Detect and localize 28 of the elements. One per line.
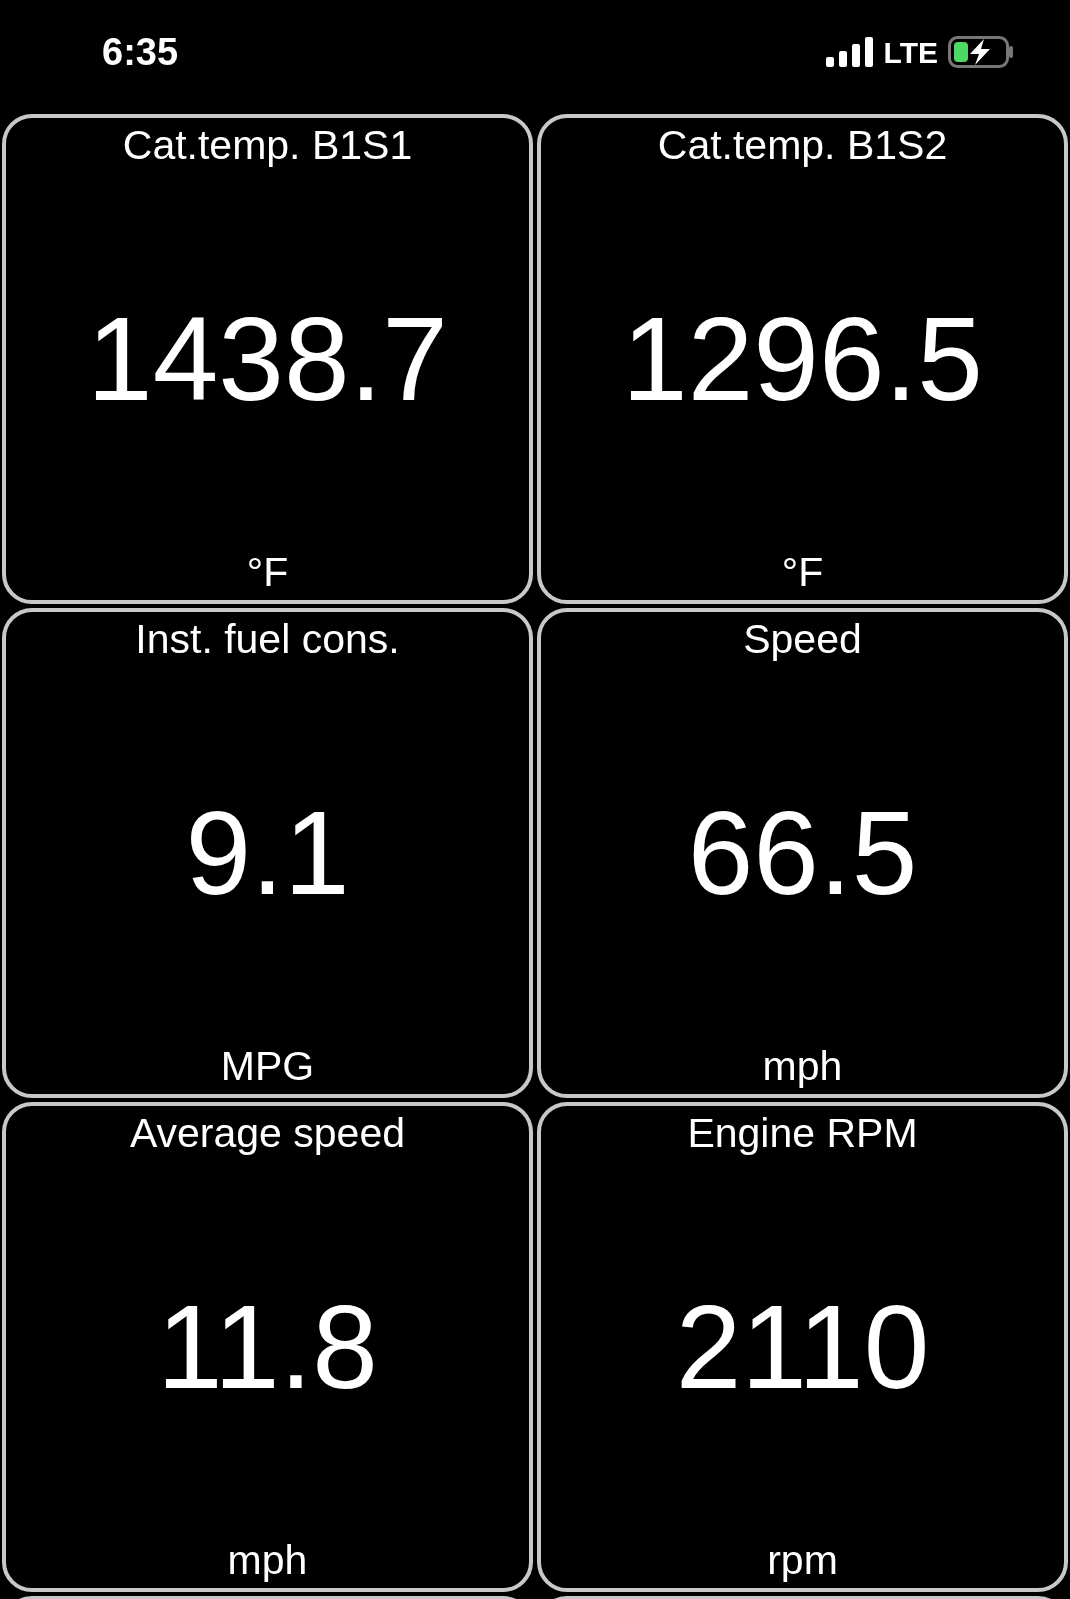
gauge-tile[interactable]: Inst. fuel cons. 9.1 MPG (2, 608, 533, 1098)
gauge-unit: mph (227, 1535, 308, 1585)
gauge-tile[interactable]: Speed 66.5 mph (537, 608, 1068, 1098)
network-label: LTE (883, 34, 938, 71)
gauge-value: 2110 (675, 1288, 930, 1406)
gauge-unit: mph (762, 1041, 843, 1091)
gauge-title: Inst. fuel cons. (135, 615, 400, 664)
gauge-title: Speed (743, 615, 862, 664)
gauge-value: 1438.7 (87, 300, 448, 418)
gauge-unit: MPG (220, 1041, 315, 1091)
gauge-value: 1296.5 (622, 300, 983, 418)
gauge-title: Cat.temp. B1S1 (122, 121, 413, 170)
battery-charging-icon (948, 36, 1014, 68)
status-time: 6:35 (102, 29, 179, 75)
gauge-title: Average speed (129, 1109, 406, 1158)
gauge-unit: °F (781, 547, 824, 597)
gauge-tile[interactable]: Engine RPM 2110 rpm (537, 1102, 1068, 1592)
gauge-title: Cat.temp. B1S2 (657, 121, 948, 170)
gauge-unit: rpm (767, 1535, 838, 1585)
gauge-tile[interactable]: Average speed 11.8 mph (2, 1102, 533, 1592)
gauge-value: 66.5 (687, 794, 918, 912)
signal-icon (825, 37, 874, 67)
gauge-value: 11.8 (157, 1288, 378, 1406)
gauge-unit: °F (246, 547, 289, 597)
gauge-tile[interactable]: Cat.temp. B1S1 1438.7 °F (2, 114, 533, 604)
gauge-value: 9.1 (185, 794, 350, 912)
gauge-title: Engine RPM (687, 1109, 918, 1158)
gauge-tile[interactable]: Cat.temp. B1S2 1296.5 °F (537, 114, 1068, 604)
